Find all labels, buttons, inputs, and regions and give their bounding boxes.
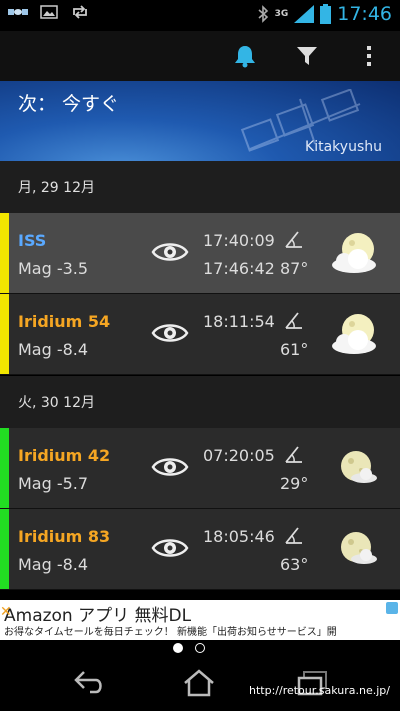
battery-icon — [320, 4, 332, 24]
home-icon[interactable] — [182, 668, 216, 698]
image-icon — [40, 5, 58, 19]
flare-time: 18:11:54 — [203, 312, 275, 331]
filter-icon[interactable] — [292, 41, 322, 71]
bell-icon[interactable] — [230, 41, 260, 71]
location-label: Kitakyushu — [305, 139, 382, 155]
visibility-bar — [0, 213, 9, 293]
start-time: 17:40:09 — [203, 231, 275, 250]
cloudy-moon-icon — [332, 314, 376, 354]
altitude-angle-icon — [285, 527, 302, 544]
action-bar — [0, 31, 400, 81]
altitude-angle-icon — [285, 312, 302, 329]
date-label: 月, 29 12月 — [18, 180, 95, 196]
ad-info-icon[interactable] — [386, 602, 398, 614]
altitude-angle-icon — [285, 231, 302, 248]
flare-time: 07:20:05 — [203, 446, 275, 465]
eye-icon — [151, 324, 189, 342]
signal-icon — [294, 5, 315, 23]
end-time: 17:46:42 — [203, 259, 275, 278]
partly-cloudy-moon-icon — [341, 451, 377, 483]
system-nav-bar: http://retour.sakura.ne.jp/ — [0, 656, 400, 711]
satellite-icon — [8, 9, 28, 15]
page-dot[interactable] — [195, 643, 205, 653]
visibility-bar — [0, 428, 9, 508]
magnitude: Mag -5.7 — [18, 474, 89, 493]
bluetooth-icon — [258, 5, 268, 23]
notification-icons — [8, 5, 90, 19]
ad-subtitle: お得なタイムセールを毎日チェック！ 新機能「出荷お知らせサービス」開 — [4, 627, 337, 638]
clock: 17:46 — [337, 3, 392, 25]
eye-icon — [151, 458, 189, 476]
satellite-name: Iridium 54 — [18, 312, 111, 331]
cloudy-moon-icon — [332, 233, 376, 273]
sync-icon — [73, 5, 87, 19]
next-pass-title: 次： 今すぐ — [18, 93, 120, 115]
max-altitude: 87° — [280, 259, 309, 278]
overflow-menu-icon[interactable] — [354, 41, 384, 71]
back-icon[interactable] — [72, 668, 106, 696]
page-dot-active[interactable] — [173, 643, 183, 653]
next-pass-banner[interactable]: 次： 今すぐ Kitakyushu — [0, 81, 400, 161]
magnitude: Mag -8.4 — [18, 555, 89, 574]
flare-time: 18:05:46 — [203, 527, 275, 546]
visibility-bar — [0, 294, 9, 374]
pass-row-iridium-42[interactable]: Iridium 42 Mag -5.7 07:20:05 29° — [0, 428, 400, 509]
status-bar: 3G 17:46 — [0, 0, 400, 31]
visibility-bar — [0, 509, 9, 589]
magnitude: Mag -3.5 — [18, 259, 89, 278]
date-label: 火, 30 12月 — [18, 395, 95, 411]
satellite-name: ISS — [18, 231, 47, 250]
eye-icon — [151, 243, 189, 261]
network-type: 3G — [274, 9, 289, 19]
date-header: 月, 29 12月 — [0, 161, 400, 213]
satellite-name: Iridium 42 — [18, 446, 111, 465]
partly-cloudy-moon-icon — [341, 532, 377, 564]
magnitude: Mag -8.4 — [18, 340, 89, 359]
date-header: 火, 30 12月 — [0, 376, 400, 428]
pass-row-iss[interactable]: ISS Mag -3.5 17:40:09 17:46:42 87° — [0, 213, 400, 294]
eye-icon — [151, 539, 189, 557]
altitude-angle-icon — [285, 446, 302, 463]
watermark-url: http://retour.sakura.ne.jp/ — [249, 684, 390, 697]
max-altitude: 29° — [280, 474, 309, 493]
max-altitude: 63° — [280, 555, 309, 574]
ad-close-icon[interactable]: ✕ — [0, 604, 12, 620]
pass-row-iridium-54[interactable]: Iridium 54 Mag -8.4 18:11:54 61° — [0, 294, 400, 375]
max-altitude: 61° — [280, 340, 309, 359]
pass-row-iridium-83[interactable]: Iridium 83 Mag -8.4 18:05:46 63° — [0, 509, 400, 590]
page-indicator — [0, 640, 400, 656]
ad-banner[interactable]: Amazon アプリ 無料DL お得なタイムセールを毎日チェック！ 新機能「出荷… — [0, 600, 400, 640]
satellite-name: Iridium 83 — [18, 527, 111, 546]
